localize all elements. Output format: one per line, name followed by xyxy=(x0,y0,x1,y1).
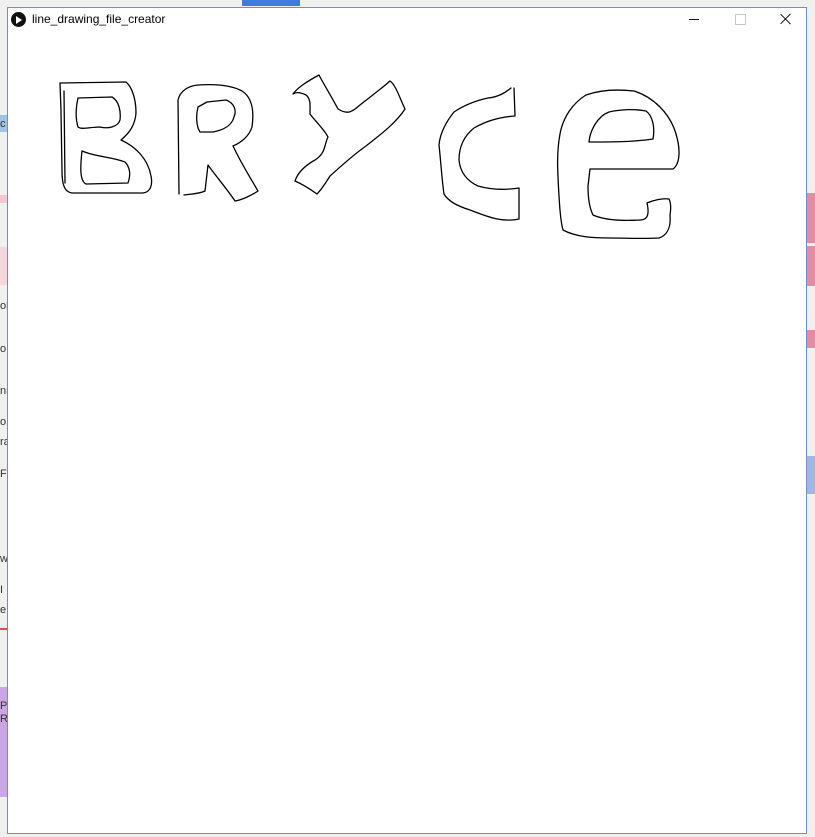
background-band xyxy=(807,246,815,286)
window-title: line_drawing_file_creator xyxy=(32,12,166,26)
app-window: line_drawing_file_creator xyxy=(7,7,807,834)
stroke-letter-b-upper-bowl xyxy=(75,96,121,129)
minimize-button[interactable] xyxy=(671,8,717,31)
maximize-button[interactable] xyxy=(717,8,763,31)
maximize-icon xyxy=(735,14,746,25)
stroke-letter-e-eye xyxy=(588,108,655,143)
background-text-fragment: I xyxy=(0,584,4,596)
background-text-fragment: e xyxy=(0,604,7,616)
background-band xyxy=(807,456,815,494)
drawing-canvas[interactable] xyxy=(8,31,806,833)
close-button[interactable] xyxy=(763,8,809,31)
stroke-letter-b-stem xyxy=(63,90,66,184)
minimize-icon xyxy=(689,19,699,20)
stroke-letter-b-lower-bowl xyxy=(80,150,131,185)
background-band xyxy=(0,247,7,285)
background-text-fragment: F xyxy=(0,468,7,480)
background-text-fragment: o xyxy=(0,416,7,428)
background-band xyxy=(807,330,815,348)
background-search-tab xyxy=(242,0,300,6)
title-bar[interactable]: line_drawing_file_creator xyxy=(8,8,806,31)
stroke-letter-b-outer xyxy=(59,81,153,194)
background-text-fragment: o xyxy=(0,343,7,355)
play-icon xyxy=(11,12,26,27)
close-icon xyxy=(780,13,792,25)
background-band xyxy=(0,628,7,630)
stroke-letter-c xyxy=(438,87,520,221)
stroke-letter-e xyxy=(556,89,680,240)
background-band xyxy=(0,195,7,203)
stroke-letter-r-outer xyxy=(177,84,259,202)
line-drawing xyxy=(59,74,680,240)
stroke-letter-r-bowl xyxy=(196,99,236,133)
background-text-fragment: c xyxy=(0,118,6,130)
background-band xyxy=(807,193,815,243)
stroke-letter-y xyxy=(292,74,406,195)
